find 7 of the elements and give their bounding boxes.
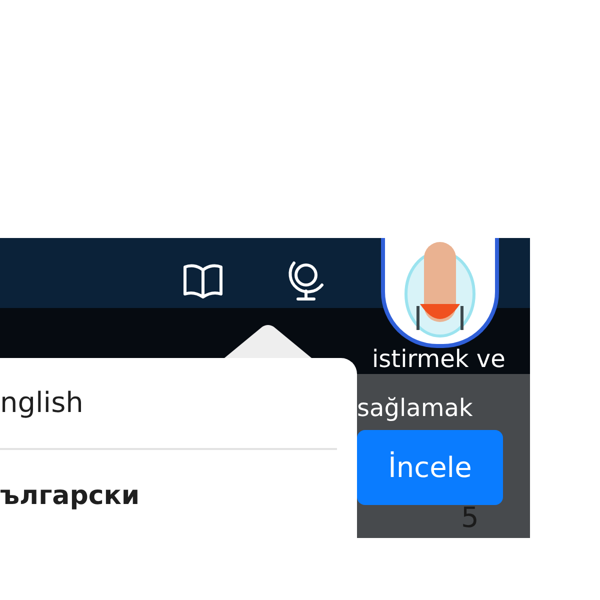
banner-text: istirmek ve	[372, 344, 506, 374]
language-option[interactable]: nglish	[0, 382, 84, 424]
review-button[interactable]: İncele	[357, 430, 503, 505]
globe-icon[interactable]	[286, 259, 326, 301]
book-icon[interactable]	[182, 262, 224, 300]
language-option[interactable]: ългарски	[0, 476, 140, 516]
card-text: sağlamak	[357, 393, 473, 424]
